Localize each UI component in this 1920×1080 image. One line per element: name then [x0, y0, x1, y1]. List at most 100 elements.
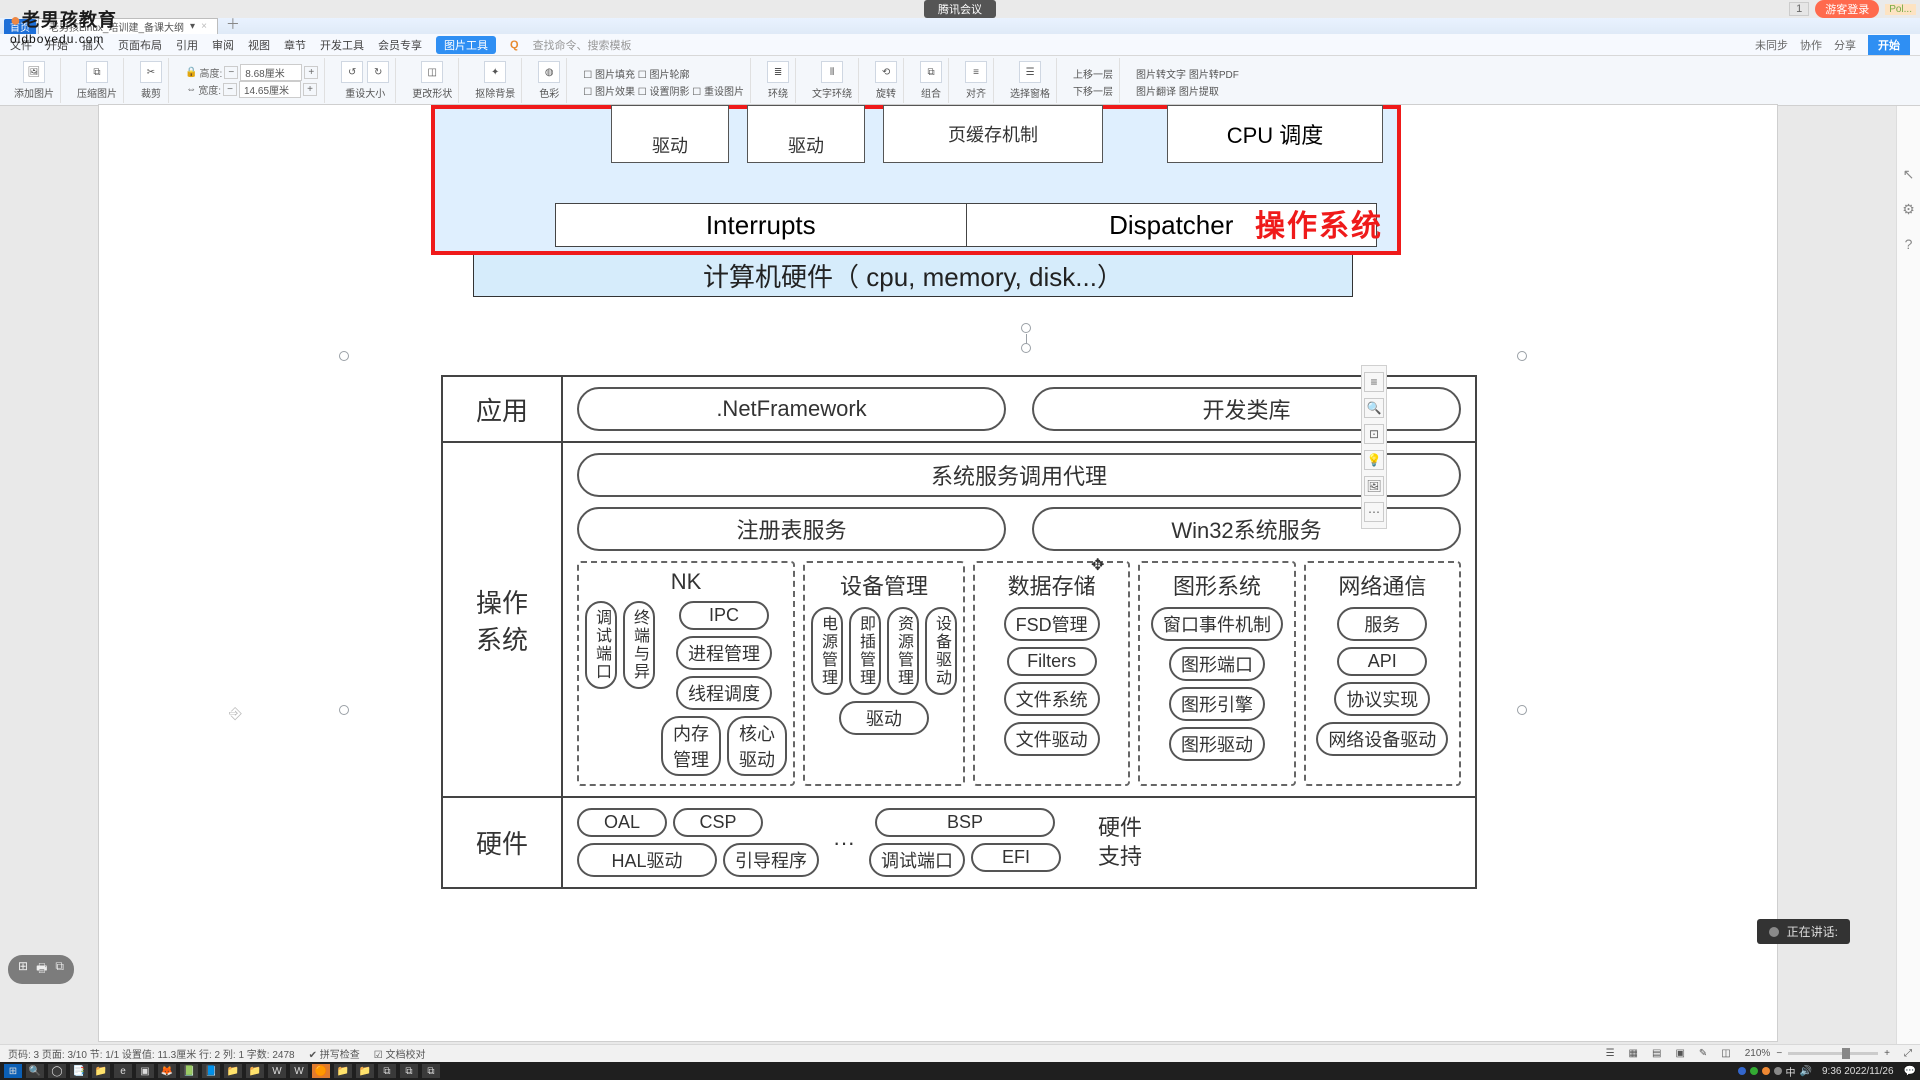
tray-icon-3[interactable]	[1762, 1067, 1770, 1075]
rotate-handle[interactable]	[1021, 323, 1031, 333]
taskbar-firefox[interactable]: 🦊	[158, 1064, 176, 1078]
tray-tool-1[interactable]: ⊞	[18, 959, 28, 980]
ribbon-wrap[interactable]: ≣环绕	[761, 58, 796, 103]
view-mode-3[interactable]: ▤	[1652, 1048, 1661, 1059]
menu-ref[interactable]: 引用	[176, 37, 198, 53]
tray-tool-3[interactable]: ⧉	[55, 959, 64, 980]
taskbar-wps-2[interactable]: W	[290, 1064, 308, 1078]
ribbon-selection-pane[interactable]: ☰选择窗格	[1004, 58, 1057, 103]
tray-tool-2[interactable]: 🖶	[36, 959, 47, 980]
menu-review[interactable]: 审阅	[212, 37, 234, 53]
btn-fill[interactable]: ☐ 图片填充	[583, 70, 635, 81]
taskbar-app-2[interactable]: 📗	[180, 1064, 198, 1078]
sync-status[interactable]: 未同步	[1755, 37, 1788, 53]
menu-insert[interactable]: 插入	[82, 37, 104, 53]
taskbar-clock[interactable]: 9:36 2022/11/26	[1816, 1066, 1900, 1077]
taskbar-app-4[interactable]: 📁	[224, 1064, 242, 1078]
sel-handle-tr[interactable]	[1517, 351, 1527, 361]
sel-handle-top[interactable]	[1021, 343, 1031, 353]
view-mode-2[interactable]: ▦	[1629, 1048, 1638, 1059]
btn-reset2[interactable]: ☐ 重设图片	[692, 87, 744, 98]
ribbon-color[interactable]: ◍色彩	[532, 58, 567, 103]
view-mode-5[interactable]: ✎	[1699, 1048, 1707, 1059]
taskbar-explorer[interactable]: 📁	[92, 1064, 110, 1078]
taskbar-app-10[interactable]: ⧉	[400, 1064, 418, 1078]
taskbar-edge[interactable]: e	[114, 1064, 132, 1078]
home-tab[interactable]: 首页	[4, 19, 36, 34]
width-inc[interactable]: +	[303, 83, 317, 96]
taskbar-wps-1[interactable]: W	[268, 1064, 286, 1078]
height-field[interactable]: 8.68厘米	[240, 64, 302, 81]
login-button[interactable]: 游客登录	[1815, 0, 1879, 18]
search-placeholder[interactable]: 查找命令、搜索模板	[533, 37, 632, 53]
menu-vip[interactable]: 会员专享	[378, 37, 422, 53]
view-mode-6[interactable]: ◫	[1721, 1048, 1730, 1059]
rstrip-help-icon[interactable]: ?	[1905, 236, 1913, 252]
close-tab-icon[interactable]: ×	[201, 21, 207, 32]
share-button[interactable]: 分享	[1834, 37, 1856, 53]
btn-fwd[interactable]: 上移一层	[1073, 66, 1113, 81]
float-zoom-icon[interactable]: 🔍	[1364, 398, 1384, 418]
sel-handle-l[interactable]	[339, 705, 349, 715]
tray-icon-4[interactable]	[1774, 1067, 1782, 1075]
taskbar-app-3[interactable]: 📘	[202, 1064, 220, 1078]
ribbon-reset-size[interactable]: ↺↻重设大小	[335, 58, 396, 103]
ribbon-remove-bg[interactable]: ✦抠除背景	[469, 58, 522, 103]
taskbar-app-11[interactable]: ⧉	[422, 1064, 440, 1078]
width-field[interactable]: 14.65厘米	[239, 81, 301, 98]
rstrip-cursor-icon[interactable]: ↖	[1903, 166, 1915, 183]
fullscreen-icon[interactable]: ⤢	[1904, 1048, 1912, 1059]
taskbar-app-8[interactable]: 📁	[356, 1064, 374, 1078]
taskbar-app-9[interactable]: ⧉	[378, 1064, 396, 1078]
btn-outline[interactable]: ☐ 图片轮廓	[638, 70, 690, 81]
taskbar-app-7[interactable]: 📁	[334, 1064, 352, 1078]
btn-to-text[interactable]: 图片转文字	[1136, 70, 1186, 81]
float-idea-icon[interactable]: 💡	[1364, 450, 1384, 470]
taskbar-app-5[interactable]: 📁	[246, 1064, 264, 1078]
ribbon-combine[interactable]: ⧉组合	[914, 58, 949, 103]
rstrip-settings-icon[interactable]: ⚙	[1902, 201, 1915, 218]
btn-extract[interactable]: 图片提取	[1179, 87, 1219, 98]
ribbon-rotate[interactable]: ⟲旋转	[869, 58, 904, 103]
new-tab-button[interactable]: ＋	[220, 14, 246, 34]
sel-handle-tl[interactable]	[339, 351, 349, 361]
float-crop-icon[interactable]: ⊡	[1364, 424, 1384, 444]
ribbon-compress[interactable]: ⧉压缩图片	[71, 58, 124, 103]
float-pic-icon[interactable]: 🖼	[1364, 476, 1384, 496]
lock-icon[interactable]: 🔒	[185, 67, 197, 78]
menu-file[interactable]: 文件	[10, 37, 32, 53]
btn-translate[interactable]: 图片翻译	[1136, 87, 1176, 98]
view-mode-1[interactable]: ☰	[1606, 1048, 1615, 1059]
view-mode-4[interactable]: ▣	[1675, 1048, 1684, 1059]
notification-center-icon[interactable]: 💬	[1904, 1066, 1916, 1077]
dropdown-icon[interactable]: ▾	[190, 21, 195, 32]
menu-layout[interactable]: 页面布局	[118, 37, 162, 53]
float-more-icon[interactable]: ⋯	[1364, 502, 1384, 522]
document-page[interactable]: 驱动 驱动 页缓存机制 CPU 调度 Interrupts Dispatcher…	[98, 104, 1778, 1042]
status-proof[interactable]: ☑ 文档校对	[374, 1046, 426, 1061]
tray-icon-1[interactable]	[1738, 1067, 1746, 1075]
ratio-icon[interactable]: ⇔	[186, 84, 196, 95]
tray-ime[interactable]: 中	[1786, 1064, 1796, 1079]
taskbar-cortana[interactable]: ◯	[48, 1064, 66, 1078]
height-dec[interactable]: −	[224, 66, 238, 79]
height-inc[interactable]: +	[304, 66, 318, 79]
btn-to-pdf[interactable]: 图片转PDF	[1189, 70, 1239, 81]
tray-volume-icon[interactable]: 🔊	[1800, 1066, 1812, 1077]
ribbon-align[interactable]: ≡对齐	[959, 58, 994, 103]
btn-back[interactable]: 下移一层	[1073, 83, 1113, 98]
menu-dev[interactable]: 开发工具	[320, 37, 364, 53]
ribbon-add-picture[interactable]: 🖼添加图片	[8, 58, 61, 103]
float-layout-icon[interactable]: ≡	[1364, 372, 1384, 392]
search-icon[interactable]: Q	[510, 39, 519, 51]
zoom-in[interactable]: +	[1884, 1048, 1890, 1059]
taskbar-app-6[interactable]: 🟠	[312, 1064, 330, 1078]
menu-view[interactable]: 视图	[248, 37, 270, 53]
ribbon-crop[interactable]: ✂裁剪	[134, 58, 169, 103]
zoom-control[interactable]: 210% − +	[1745, 1048, 1890, 1059]
menu-chapter[interactable]: 章节	[284, 37, 306, 53]
btn-fx[interactable]: ☐ 图片效果	[583, 87, 635, 98]
btn-shadow[interactable]: ☐ 设置阴影	[638, 87, 690, 98]
width-dec[interactable]: −	[223, 83, 237, 96]
menu-picture-tools[interactable]: 图片工具	[436, 36, 496, 54]
